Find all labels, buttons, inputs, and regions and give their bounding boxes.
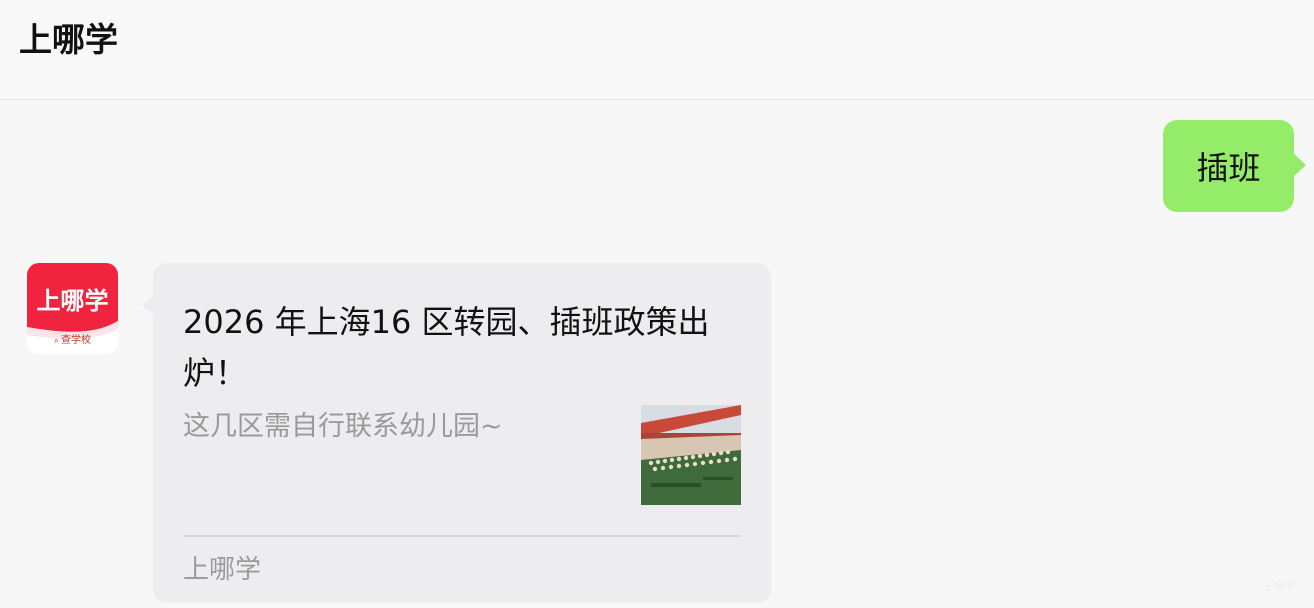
search-icon: ⌕	[53, 336, 60, 346]
card-divider	[183, 535, 741, 537]
outgoing-message-bubble[interactable]: 插班	[1163, 120, 1306, 212]
avatar-sub-text: 查学校	[61, 335, 92, 346]
watermark: 上哪学	[1263, 580, 1296, 593]
school-photo-icon	[641, 405, 741, 505]
article-description: 这几区需自行联系幼儿园~	[183, 411, 503, 442]
article-source: 上哪学	[183, 555, 262, 585]
avatar-sub-label: ⌕ 查学校	[27, 333, 118, 349]
chat-title: 上哪学	[19, 20, 118, 59]
article-title: 2026 年上海16 区转园、插班政策出炉！	[183, 303, 710, 392]
avatar-brand-text: 上哪学	[36, 287, 109, 315]
article-card[interactable]: 2026 年上海16 区转园、插班政策出炉！ 这几区需自行联系幼儿园~ 上哪学	[142, 263, 771, 603]
chat-header: 上哪学	[0, 0, 1314, 100]
avatar[interactable]: 上哪学 ⌕ 查学校	[27, 263, 118, 354]
article-thumbnail	[641, 405, 741, 505]
chat-area[interactable]: 插班 上哪学 ⌕ 查学校 2026 年上海16 区转园、插班政策出炉！ 这几区需…	[0, 101, 1314, 608]
outgoing-message-text: 插班	[1196, 149, 1261, 187]
